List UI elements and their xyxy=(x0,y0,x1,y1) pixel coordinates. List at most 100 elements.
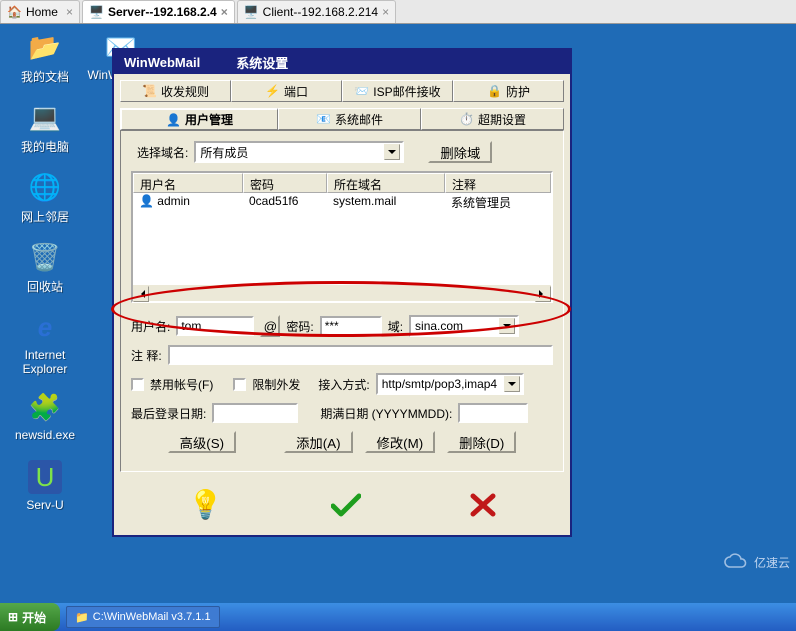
settings-tabs-row2: 👤用户管理 📧系统邮件 ⏱️超期设置 xyxy=(120,108,564,130)
exe-icon: 🧩 xyxy=(28,390,62,424)
col-domain[interactable]: 所在域名 xyxy=(327,173,445,193)
disable-checkbox[interactable] xyxy=(131,378,144,391)
desktop-icon-recycle[interactable]: 🗑️回收站 xyxy=(10,240,80,295)
cloud-icon xyxy=(722,553,750,571)
taskbar: ⊞ 开始 📁 C:\WinWebMail v3.7.1.1 xyxy=(0,603,796,631)
panel-user-mgmt: 选择域名: 所有成员 删除域 用户名 密码 所在域名 注释 👤 admin xyxy=(120,130,564,472)
modify-button[interactable]: 修改(M) xyxy=(365,431,436,453)
note-input[interactable] xyxy=(168,345,553,365)
tab-label: Home xyxy=(26,5,58,19)
start-button[interactable]: ⊞ 开始 xyxy=(0,603,60,631)
lastlogin-input[interactable] xyxy=(212,403,298,423)
desktop-icon-network[interactable]: 🌐网上邻居 xyxy=(10,170,80,225)
network-icon: 🌐 xyxy=(28,170,62,204)
domain-field-dropdown[interactable]: sina.com xyxy=(409,315,519,337)
access-dropdown[interactable]: http/smtp/pop3,imap4 xyxy=(376,373,524,395)
folder-icon: 📂 xyxy=(28,30,62,64)
titlebar[interactable]: WinWebMail 系统设置 xyxy=(114,50,570,74)
list-row[interactable]: 👤 admin 0cad51f6 system.mail 系统管理员 xyxy=(133,193,551,211)
add-button[interactable]: 添加(A) xyxy=(284,431,352,453)
col-username[interactable]: 用户名 xyxy=(133,173,243,193)
col-note[interactable]: 注释 xyxy=(445,173,551,193)
expire-label: 期满日期 (YYYYMMDD): xyxy=(320,405,452,422)
port-icon: ⚡ xyxy=(265,84,280,98)
username-input[interactable] xyxy=(176,316,254,336)
user-list[interactable]: 用户名 密码 所在域名 注释 👤 admin 0cad51f6 system.m… xyxy=(131,171,553,303)
note-label: 注 释: xyxy=(131,347,162,364)
hint-icon[interactable]: 💡 xyxy=(188,488,223,521)
desktop-icon-documents[interactable]: 📂我的文档 xyxy=(10,30,80,85)
desktop-icon-computer[interactable]: 💻我的电脑 xyxy=(10,100,80,155)
browser-tabs: 🏠 Home × 🖥️ Server--192.168.2.4 × 🖥️ Cli… xyxy=(0,0,796,24)
server-icon: 🖥️ xyxy=(89,5,104,19)
app-title: WinWebMail xyxy=(124,55,200,70)
desktop-icon-newsid[interactable]: 🧩newsid.exe xyxy=(10,390,80,442)
col-password[interactable]: 密码 xyxy=(243,173,327,193)
tab-label: Client--192.168.2.214 xyxy=(263,5,378,19)
lock-icon: 🔒 xyxy=(487,84,502,98)
chevron-down-icon xyxy=(384,144,400,160)
close-icon[interactable]: × xyxy=(382,5,389,19)
winwebmail-settings-window: WinWebMail 系统设置 📜收发规则 ⚡端口 📨ISP邮件接收 🔒防护 👤… xyxy=(112,48,572,537)
user-row-icon: 👤 xyxy=(139,194,154,208)
desktop-icon-ie[interactable]: eInternet Explorer xyxy=(10,310,80,376)
computer-icon: 💻 xyxy=(28,100,62,134)
isp-icon: 📨 xyxy=(354,84,369,98)
folder-icon: 📁 xyxy=(75,611,89,624)
password-input[interactable] xyxy=(320,316,382,336)
chevron-down-icon xyxy=(499,318,515,334)
settings-tabs-row1: 📜收发规则 ⚡端口 📨ISP邮件接收 🔒防护 xyxy=(120,80,564,102)
desktop-icon-servu[interactable]: UServ-U xyxy=(10,460,80,512)
sysmail-icon: 📧 xyxy=(316,112,331,126)
tab-system-mail[interactable]: 📧系统邮件 xyxy=(278,108,421,130)
tab-protect[interactable]: 🔒防护 xyxy=(453,80,564,102)
ok-icon[interactable] xyxy=(331,493,361,517)
taskbar-item[interactable]: 📁 C:\WinWebMail v3.7.1.1 xyxy=(66,606,220,628)
chevron-down-icon xyxy=(504,376,520,392)
window-title: 系统设置 xyxy=(236,53,288,72)
clock-icon: ⏱️ xyxy=(459,112,474,126)
domain-dropdown[interactable]: 所有成员 xyxy=(194,141,404,163)
username-label: 用户名: xyxy=(131,318,170,335)
home-icon: 🏠 xyxy=(7,5,22,19)
tab-server[interactable]: 🖥️ Server--192.168.2.4 × xyxy=(82,0,235,23)
desktop: 📂我的文档 💻我的电脑 🌐网上邻居 🗑️回收站 eInternet Explor… xyxy=(0,24,796,603)
domain-field-label: 域: xyxy=(388,318,403,335)
tab-expire[interactable]: ⏱️超期设置 xyxy=(421,108,564,130)
limit-send-label: 限制外发 xyxy=(252,376,300,393)
tab-label: Server--192.168.2.4 xyxy=(108,5,217,19)
expire-input[interactable] xyxy=(458,403,528,423)
delete-domain-button[interactable]: 删除域 xyxy=(428,141,492,163)
dialog-action-bar: 💡 xyxy=(114,478,570,535)
user-icon: 👤 xyxy=(166,113,181,127)
tab-home[interactable]: 🏠 Home × xyxy=(0,0,80,23)
scroll-left-icon[interactable] xyxy=(133,286,149,302)
tab-rules[interactable]: 📜收发规则 xyxy=(120,80,231,102)
list-header: 用户名 密码 所在域名 注释 xyxy=(133,173,551,193)
client-icon: 🖥️ xyxy=(244,5,259,19)
ie-icon: e xyxy=(28,310,62,344)
tab-user-mgmt[interactable]: 👤用户管理 xyxy=(120,108,278,130)
access-label: 接入方式: xyxy=(318,376,369,393)
password-label: 密码: xyxy=(286,318,313,335)
recycle-icon: 🗑️ xyxy=(28,240,62,274)
watermark: 亿速云 xyxy=(722,553,790,571)
windows-icon: ⊞ xyxy=(8,610,18,624)
scroll-right-icon[interactable] xyxy=(535,286,551,302)
servu-icon: U xyxy=(28,460,62,494)
limit-checkbox[interactable] xyxy=(233,378,246,391)
tab-client[interactable]: 🖥️ Client--192.168.2.214 × xyxy=(237,0,396,23)
advanced-button[interactable]: 高级(S) xyxy=(168,431,236,453)
lastlogin-label: 最后登录日期: xyxy=(131,405,206,422)
close-icon[interactable]: × xyxy=(66,5,73,19)
rules-icon: 📜 xyxy=(142,84,157,98)
domain-label: 选择域名: xyxy=(137,144,188,161)
h-scrollbar[interactable] xyxy=(133,285,551,301)
tab-isp[interactable]: 📨ISP邮件接收 xyxy=(342,80,453,102)
at-button[interactable]: @ xyxy=(260,315,280,337)
disable-account-label: 禁用帐号(F) xyxy=(150,376,213,393)
delete-button[interactable]: 删除(D) xyxy=(447,431,516,453)
cancel-icon[interactable] xyxy=(470,493,496,517)
tab-port[interactable]: ⚡端口 xyxy=(231,80,342,102)
close-icon[interactable]: × xyxy=(221,5,228,19)
